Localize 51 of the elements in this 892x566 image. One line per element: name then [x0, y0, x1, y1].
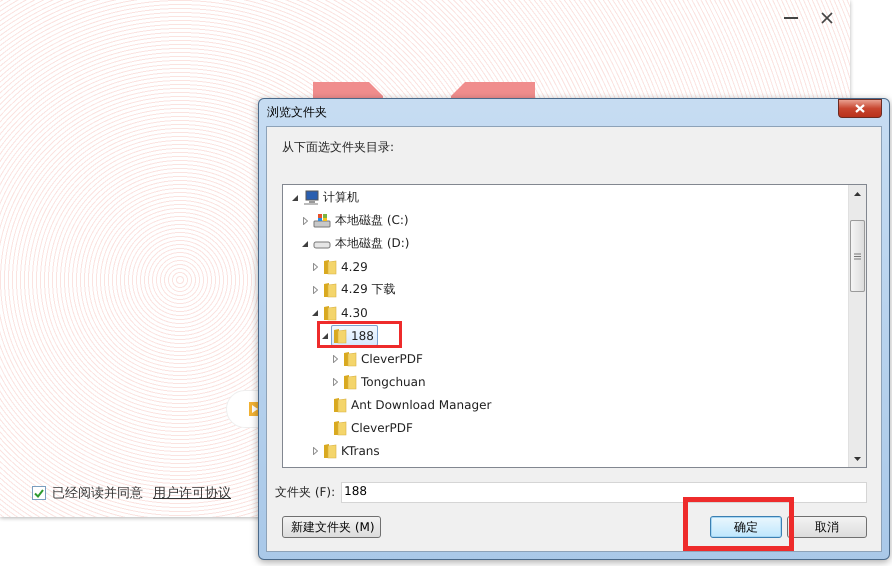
folder-input[interactable]: 188	[341, 482, 867, 503]
tree-item[interactable]: CleverPDF	[331, 417, 417, 438]
tree-item[interactable]: 本地磁盘 (D:)	[311, 233, 414, 254]
close-icon	[821, 12, 833, 24]
folder-label: 文件夹 (F):	[275, 484, 336, 501]
collapsed-arrow-icon[interactable]	[312, 262, 318, 270]
folder-icon	[323, 304, 337, 320]
scroll-up-icon[interactable]	[854, 192, 861, 196]
expanded-arrow-icon[interactable]	[292, 194, 298, 200]
dialog-button[interactable]: 确定	[710, 516, 782, 538]
folder-icon	[333, 328, 347, 344]
folder-icon	[323, 258, 337, 274]
collapsed-arrow-icon[interactable]	[332, 354, 338, 362]
dialog-title: 浏览文件夹	[266, 104, 327, 121]
expanded-arrow-icon[interactable]	[312, 310, 318, 316]
minimize-icon	[784, 17, 798, 19]
tree-item[interactable]: CleverPDF	[341, 348, 427, 369]
dialog-prompt: 从下面选文件夹目录:	[282, 139, 396, 156]
agree-label: 已经阅读并同意	[52, 485, 143, 502]
tree-item[interactable]: Ant Download Manager	[331, 394, 496, 415]
close-button[interactable]	[838, 99, 882, 118]
folder-icon	[333, 420, 347, 436]
license-link[interactable]: 用户许可协议	[153, 484, 231, 502]
tree-item[interactable]: 计算机	[301, 187, 363, 208]
collapsed-arrow-icon[interactable]	[302, 216, 308, 224]
folder-icon	[343, 374, 357, 390]
tree-item[interactable]: 4.29	[321, 256, 372, 277]
tree-item[interactable]: Tongchuan	[341, 371, 430, 392]
close-icon	[855, 104, 865, 113]
dialog-button[interactable]: 取消	[787, 516, 867, 538]
tree-item[interactable]: 4.30	[321, 302, 372, 323]
dialog-button[interactable]: 新建文件夹 (M)	[282, 516, 381, 538]
tree-item[interactable]: KTrans	[321, 440, 384, 461]
drive-icon	[313, 212, 331, 228]
scroll-down-icon[interactable]	[854, 456, 861, 460]
computer-icon	[303, 190, 319, 206]
tree-item[interactable]: 4.29 下载	[321, 279, 400, 300]
folder-icon	[323, 282, 337, 298]
expanded-arrow-icon[interactable]	[302, 240, 308, 246]
collapsed-arrow-icon[interactable]	[332, 378, 338, 386]
grip-icon	[854, 252, 861, 260]
expanded-arrow-icon[interactable]	[322, 332, 328, 338]
collapsed-arrow-icon[interactable]	[312, 286, 318, 294]
agree-checkbox[interactable]	[32, 486, 46, 500]
tree-item[interactable]: 本地磁盘 (C:)	[311, 210, 413, 231]
folder-icon	[333, 396, 347, 412]
tree-item[interactable]: 188	[331, 325, 378, 346]
folder-icon	[323, 442, 337, 458]
scrollbar[interactable]	[848, 185, 866, 467]
folder-icon	[343, 350, 357, 366]
collapsed-arrow-icon[interactable]	[312, 446, 318, 454]
